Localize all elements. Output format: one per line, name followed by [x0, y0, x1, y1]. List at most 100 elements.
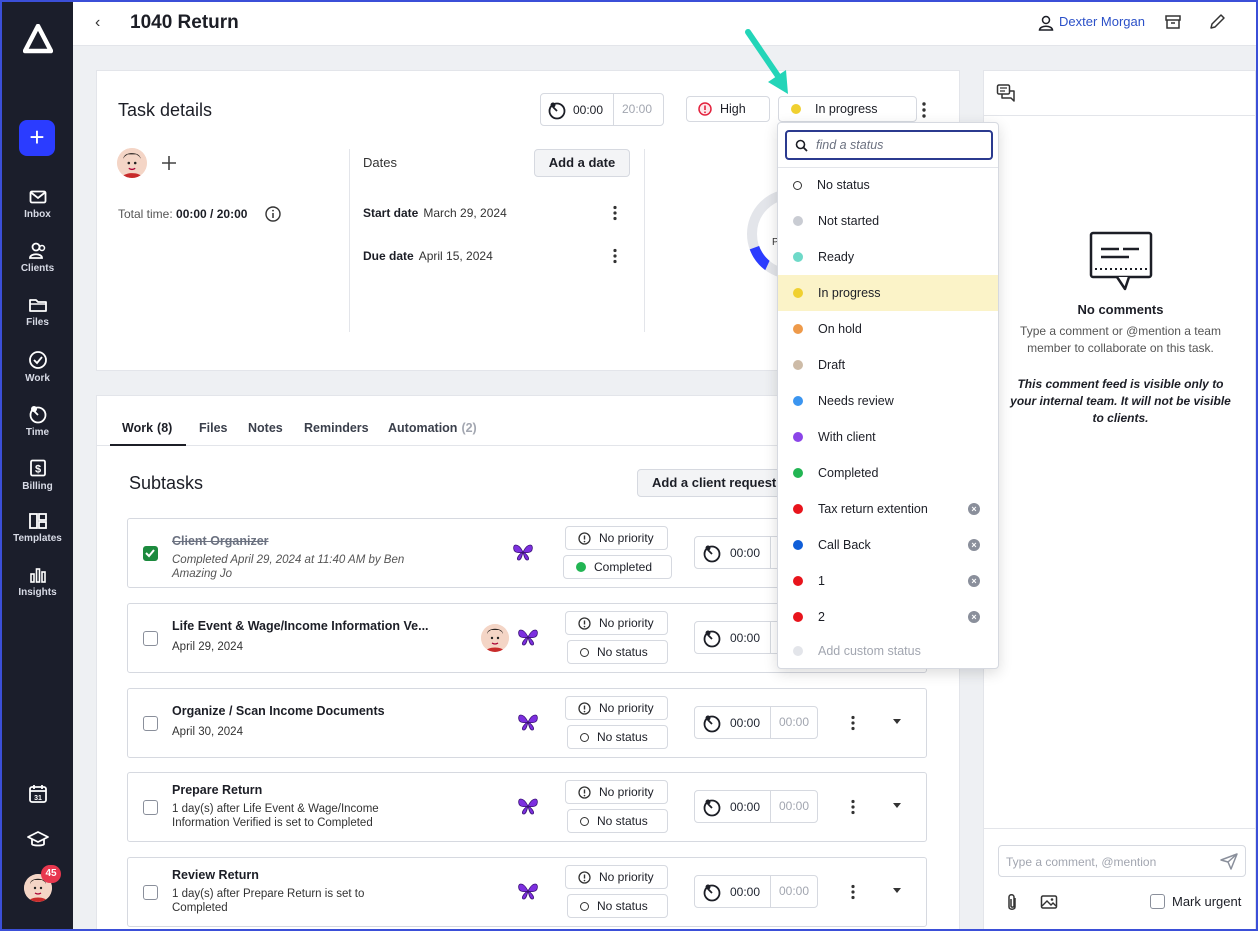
stopwatch-icon[interactable] — [702, 797, 722, 817]
attach-icon[interactable] — [1005, 893, 1019, 913]
subtask-timer[interactable]: 00:00 00:00 — [694, 706, 818, 739]
remove-status-icon[interactable]: × — [968, 611, 980, 623]
priority-pill[interactable]: No priority — [565, 780, 668, 804]
status-pill[interactable]: No status — [567, 894, 668, 918]
mark-urgent-checkbox[interactable] — [1150, 894, 1165, 909]
status-pill[interactable]: No status — [567, 725, 668, 749]
assigned-user[interactable]: Dexter Morgan — [1038, 14, 1145, 31]
status-option-needs-review[interactable]: Needs review — [778, 383, 998, 419]
due-date[interactable]: Due date April 15, 2024 — [363, 249, 493, 263]
start-date-menu-icon[interactable] — [612, 205, 618, 221]
status-button[interactable]: In progress — [778, 96, 917, 122]
stopwatch-icon[interactable] — [702, 543, 722, 563]
stopwatch-icon[interactable] — [547, 100, 567, 120]
status-pill[interactable]: No status — [567, 809, 668, 833]
subtask-timer[interactable]: 00:00 00:00 — [694, 790, 818, 823]
stopwatch-icon[interactable] — [702, 882, 722, 902]
sidebar-item-clients[interactable]: Clients — [2, 242, 73, 274]
add-custom-status[interactable]: Add custom status — [778, 633, 998, 669]
sidebar-item-time[interactable]: Time — [2, 404, 73, 438]
calendar-icon[interactable]: 31 — [26, 782, 50, 806]
priority-pill[interactable]: No priority — [565, 611, 668, 635]
status-option-draft[interactable]: Draft — [778, 347, 998, 383]
add-client-request-button[interactable]: Add a client request — [637, 469, 787, 497]
assignee-avatar[interactable] — [481, 624, 509, 652]
status-pill[interactable]: No status — [567, 640, 668, 664]
status-option-call-back[interactable]: Call Back × — [778, 527, 998, 563]
subtask-checkbox[interactable] — [143, 631, 158, 646]
priority-pill[interactable]: No priority — [565, 696, 668, 720]
image-icon[interactable] — [1040, 894, 1058, 910]
subtask-title[interactable]: Client Organizer — [172, 534, 432, 548]
tab-notes[interactable]: Notes — [248, 421, 283, 435]
timer-estimate[interactable]: 20:00 — [613, 94, 652, 125]
priority-pill[interactable]: No priority — [565, 865, 668, 889]
subtask-checkbox[interactable] — [143, 885, 158, 900]
subtask-title[interactable]: Prepare Return — [172, 783, 432, 797]
remove-status-icon[interactable]: × — [968, 503, 980, 515]
expand-caret-icon[interactable] — [893, 888, 901, 893]
subtask-checkbox[interactable] — [143, 716, 158, 731]
status-option-1[interactable]: 1 × — [778, 563, 998, 599]
sidebar-item-label: Templates — [13, 533, 62, 544]
remove-status-icon[interactable]: × — [968, 575, 980, 587]
comments-icon[interactable] — [996, 83, 1016, 103]
subtask-title[interactable]: Life Event & Wage/Income Information Ve.… — [172, 619, 432, 633]
sidebar-item-templates[interactable]: Templates — [2, 512, 73, 544]
status-option-completed[interactable]: Completed — [778, 455, 998, 491]
subtask-menu-icon[interactable] — [850, 884, 856, 900]
status-search-input[interactable]: find a status — [785, 130, 993, 160]
subtask-menu-icon[interactable] — [850, 715, 856, 731]
subtask-timer[interactable]: 00:00 00:00 — [694, 875, 818, 908]
tab-automation[interactable]: Automation (2) — [388, 421, 477, 435]
more-options-icon[interactable] — [921, 101, 927, 119]
archive-icon[interactable] — [1164, 13, 1182, 31]
new-button[interactable]: + — [19, 120, 55, 156]
add-date-button[interactable]: Add a date — [534, 149, 630, 177]
start-date[interactable]: Start date March 29, 2024 — [363, 206, 507, 220]
expand-caret-icon[interactable] — [893, 719, 901, 724]
edit-icon[interactable] — [1208, 13, 1226, 31]
status-option-with-client[interactable]: With client — [778, 419, 998, 455]
sidebar-item-billing[interactable]: $ Billing — [2, 458, 73, 492]
status-option-tax-return-extention[interactable]: Tax return extention × — [778, 491, 998, 527]
sidebar-item-files[interactable]: Files — [2, 296, 73, 328]
status-option-on-hold[interactable]: On hold — [778, 311, 998, 347]
subtask-title[interactable]: Review Return — [172, 868, 432, 882]
tab-files[interactable]: Files — [199, 421, 228, 435]
task-timer[interactable]: 00:00 20:00 — [540, 93, 664, 126]
status-option-no-status[interactable]: No status — [778, 167, 998, 203]
academy-icon[interactable] — [26, 828, 50, 852]
subtask-row[interactable]: Prepare Return 1 day(s) after Life Event… — [127, 772, 927, 842]
back-button[interactable]: ‹ — [95, 14, 100, 32]
send-icon[interactable] — [1220, 852, 1238, 870]
stopwatch-icon[interactable] — [702, 628, 722, 648]
subtask-row[interactable]: Review Return 1 day(s) after Prepare Ret… — [127, 857, 927, 927]
priority-button[interactable]: High — [686, 96, 770, 122]
subtask-checkbox[interactable] — [143, 800, 158, 815]
status-option-not-started[interactable]: Not started — [778, 203, 998, 239]
tab-work[interactable]: Work (8) — [122, 421, 172, 435]
add-assignee-icon[interactable] — [161, 155, 177, 171]
tab-reminders[interactable]: Reminders — [304, 421, 369, 435]
status-option-in-progress[interactable]: In progress — [778, 275, 998, 311]
status-option-ready[interactable]: Ready — [778, 239, 998, 275]
subtask-row[interactable]: Organize / Scan Income Documents April 3… — [127, 688, 927, 758]
subtask-menu-icon[interactable] — [850, 799, 856, 815]
status-option-2[interactable]: 2 × — [778, 599, 998, 635]
info-icon[interactable] — [265, 206, 281, 222]
sidebar-item-insights[interactable]: Insights — [2, 566, 73, 598]
expand-caret-icon[interactable] — [893, 803, 901, 808]
sidebar-item-work[interactable]: Work — [2, 350, 73, 384]
status-pill[interactable]: Completed — [563, 555, 672, 579]
comment-input[interactable]: Type a comment, @mention — [998, 845, 1246, 877]
priority-pill[interactable]: No priority — [565, 526, 668, 550]
subtask-checkbox[interactable] — [143, 546, 158, 561]
stopwatch-icon[interactable] — [702, 713, 722, 733]
sidebar-item-inbox[interactable]: Inbox — [2, 188, 73, 220]
assignee-avatar[interactable] — [117, 148, 147, 178]
subtask-title[interactable]: Organize / Scan Income Documents — [172, 704, 432, 718]
due-date-menu-icon[interactable] — [612, 248, 618, 264]
remove-status-icon[interactable]: × — [968, 539, 980, 551]
app-logo[interactable] — [23, 24, 53, 54]
